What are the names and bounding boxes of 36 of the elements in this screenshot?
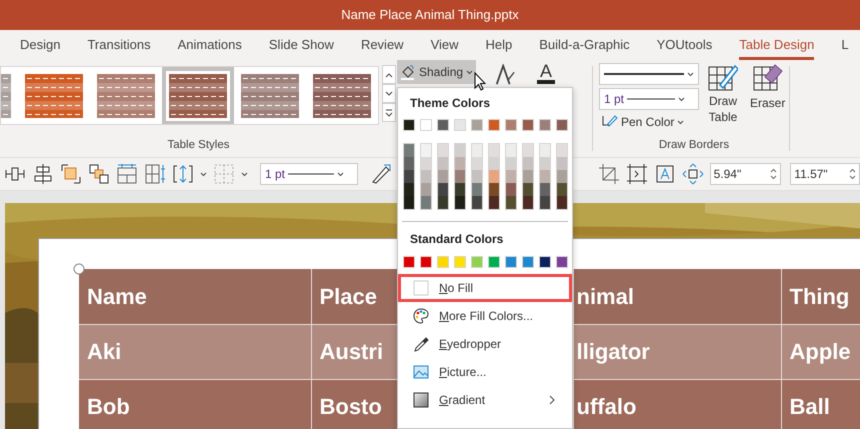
table-cell: Apple bbox=[781, 324, 860, 379]
menu-item[interactable]: Gradient bbox=[398, 386, 572, 414]
window-title: Name Place Animal Thing.pptx bbox=[341, 6, 519, 24]
group-label: Draw Borders bbox=[658, 138, 730, 153]
ribbon-tab[interactable]: Review bbox=[360, 30, 404, 60]
font-color-button[interactable]: A bbox=[534, 62, 558, 84]
table-cell: Name bbox=[79, 269, 311, 324]
pen-weight-dropdown[interactable]: 1 pt bbox=[599, 88, 699, 110]
ribbon-tab[interactable]: Table Design bbox=[739, 30, 814, 60]
eraser-button[interactable]: Eraser bbox=[747, 63, 788, 131]
table-cell: Ball bbox=[781, 379, 860, 429]
ribbon-tab[interactable]: Build-a-Graphic bbox=[539, 30, 630, 60]
ribbon-tab[interactable]: L bbox=[841, 30, 849, 60]
width-field[interactable]: 11.57" bbox=[790, 163, 860, 185]
menu-item[interactable]: No Fill bbox=[398, 274, 572, 302]
ribbon-tab[interactable]: Help bbox=[486, 30, 512, 60]
table-cell: Aki bbox=[79, 324, 311, 379]
ribbon-tab[interactable]: Transitions bbox=[87, 30, 151, 60]
section-heading: Theme Colors bbox=[410, 96, 490, 110]
table-cell: Thing bbox=[781, 269, 860, 324]
menu-item[interactable]: More Fill Colors... bbox=[398, 302, 572, 330]
border-weight-dropdown[interactable]: 1 pt bbox=[260, 163, 358, 185]
ribbon-tab[interactable]: Animations bbox=[178, 30, 242, 60]
menu-item[interactable]: Picture... bbox=[398, 358, 572, 386]
ribbon-tab[interactable]: View bbox=[430, 30, 459, 60]
draw-table-button[interactable]: Draw Table bbox=[705, 63, 741, 131]
ribbon-tab[interactable]: Design bbox=[20, 30, 60, 60]
shading-button[interactable]: Shading bbox=[397, 60, 476, 84]
height-field[interactable]: 5.94" bbox=[710, 163, 782, 185]
ribbon-tab[interactable]: YOUtools bbox=[656, 30, 712, 60]
pen-color-button[interactable]: Pen Color bbox=[599, 113, 699, 131]
section-heading: Standard Colors bbox=[410, 232, 504, 246]
menu-item[interactable]: Eyedropper bbox=[398, 330, 572, 358]
group-label: Table Styles bbox=[167, 138, 230, 153]
table-cell: Bob bbox=[79, 379, 311, 429]
ribbon-tab[interactable]: Slide Show bbox=[268, 30, 334, 60]
